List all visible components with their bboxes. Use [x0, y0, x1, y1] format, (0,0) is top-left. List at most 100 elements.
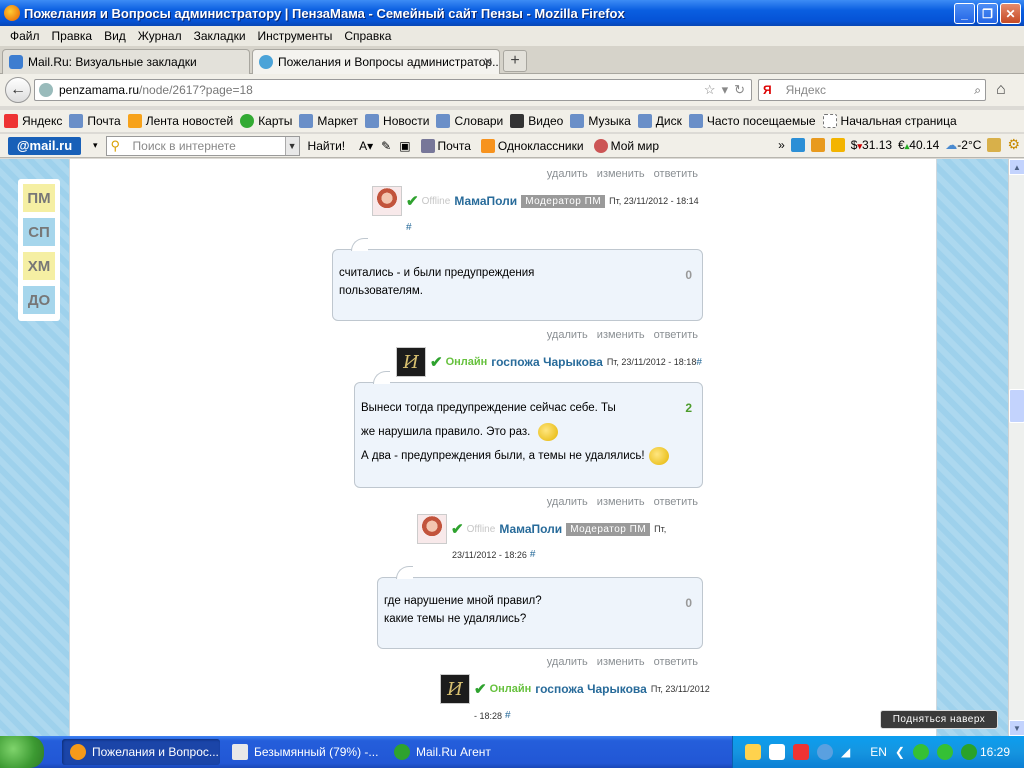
bookmark-dictionaries[interactable]: Словари: [436, 114, 503, 128]
reply-link[interactable]: ответить: [654, 656, 698, 668]
delete-link[interactable]: удалить: [547, 168, 588, 180]
username-link[interactable]: госпожа Чарыкова: [535, 682, 647, 696]
tray-status-icon[interactable]: [936, 744, 953, 760]
reload-icon[interactable]: ↻: [734, 82, 745, 98]
dollar-rate[interactable]: $▾31.13: [851, 138, 892, 152]
tab-close-icon[interactable]: ✕: [483, 55, 493, 69]
highlighter-icon[interactable]: ✎: [381, 139, 391, 153]
bookmark-yandex[interactable]: Яндекс: [4, 114, 62, 128]
clock[interactable]: 16:29: [980, 745, 1010, 759]
section-do[interactable]: ДО: [23, 286, 55, 314]
reply-link[interactable]: ответить: [654, 496, 698, 508]
scroll-to-top-button[interactable]: Подняться наверх: [880, 710, 998, 729]
notes-icon[interactable]: [830, 137, 845, 152]
chevron-left-icon[interactable]: ❮: [895, 745, 905, 759]
menu-view[interactable]: Вид: [98, 29, 132, 43]
music-tray-icon[interactable]: [810, 137, 825, 152]
menu-tools[interactable]: Инструменты: [252, 29, 339, 43]
back-button[interactable]: ←: [5, 77, 31, 103]
avatar[interactable]: И: [440, 674, 470, 704]
tray-app-icon[interactable]: [817, 744, 833, 760]
menu-edit[interactable]: Правка: [46, 29, 99, 43]
odnoklassniki-link[interactable]: Одноклассники: [480, 138, 584, 153]
section-hm[interactable]: ХМ: [23, 252, 55, 280]
menu-help[interactable]: Справка: [338, 29, 397, 43]
tray-status-icon[interactable]: [912, 744, 929, 760]
delete-link[interactable]: удалить: [547, 329, 588, 341]
edit-link[interactable]: изменить: [597, 329, 645, 341]
avatar[interactable]: [372, 186, 402, 216]
username-link[interactable]: МамаПоли: [454, 194, 517, 208]
avatar[interactable]: [417, 514, 447, 544]
comment-permalink[interactable]: #: [696, 357, 702, 368]
bookmark-start-page[interactable]: Начальная страница: [822, 114, 957, 128]
reply-link[interactable]: ответить: [654, 329, 698, 341]
reply-link[interactable]: ответить: [654, 168, 698, 180]
weather[interactable]: ☁-2°C: [945, 138, 981, 152]
info-icon[interactable]: [960, 744, 977, 760]
tray-app-icon[interactable]: [769, 744, 785, 760]
taskbar-paint[interactable]: Безымянный (79%) -...: [224, 739, 382, 765]
maximize-button[interactable]: ❐: [977, 3, 998, 24]
bookmark-mail[interactable]: Почта: [69, 114, 121, 128]
star-icon[interactable]: ☆: [704, 82, 716, 98]
window-titlebar[interactable]: Пожелания и Вопросы администратору | Пен…: [0, 0, 1024, 26]
search-bar[interactable]: Я Яндекс ⌕: [758, 79, 986, 101]
section-pm[interactable]: ПМ: [23, 184, 55, 212]
network-icon[interactable]: ◢: [841, 745, 850, 759]
bookmark-news[interactable]: Новости: [365, 114, 429, 128]
find-button[interactable]: Найти!: [308, 139, 346, 153]
taskbar-firefox[interactable]: Пожелания и Вопрос...: [62, 739, 220, 765]
edit-link[interactable]: изменить: [597, 656, 645, 668]
section-sp[interactable]: СП: [23, 218, 55, 246]
delete-link[interactable]: удалить: [547, 496, 588, 508]
scroll-up-arrow-icon[interactable]: ▲: [1009, 159, 1024, 175]
url-bar[interactable]: penzamama.ru/node/2617?page=18 ☆ ▾ ↻: [34, 79, 752, 101]
scroll-down-arrow-icon[interactable]: ▼: [1009, 720, 1024, 736]
internet-search-input[interactable]: ⚲ Поиск в интернете ▼: [105, 135, 300, 156]
language-indicator[interactable]: EN: [870, 745, 887, 759]
comment-permalink[interactable]: #: [505, 710, 511, 721]
tab-penzamama[interactable]: Пожелания и Вопросы администратор... ✕: [252, 49, 500, 74]
euro-rate[interactable]: €▴40.14: [898, 138, 939, 152]
home-icon[interactable]: ⌂: [996, 81, 1006, 99]
chevron-down-icon[interactable]: ▼: [284, 136, 299, 155]
font-size-icon[interactable]: A▾: [359, 139, 373, 153]
mailru-logo[interactable]: @mail.ru: [8, 136, 81, 155]
tab-mailru-bookmarks[interactable]: Mail.Ru: Визуальные закладки: [2, 49, 250, 74]
start-button[interactable]: [0, 736, 44, 768]
username-link[interactable]: госпожа Чарыкова: [491, 355, 603, 369]
my-world-link[interactable]: Мой мир: [593, 138, 659, 153]
minimize-button[interactable]: _: [954, 3, 975, 24]
games-icon[interactable]: [987, 137, 1002, 152]
bookmark-disk[interactable]: Диск: [637, 114, 682, 128]
bookmark-music[interactable]: Музыка: [570, 114, 631, 128]
close-button[interactable]: ✕: [1000, 3, 1021, 24]
search-icon[interactable]: ⌕: [974, 83, 981, 98]
mailru-menu-dropdown-icon[interactable]: ▾: [93, 140, 98, 151]
gear-icon[interactable]: ⚙: [1007, 136, 1020, 153]
edit-link[interactable]: изменить: [597, 168, 645, 180]
avatar[interactable]: И: [396, 347, 426, 377]
comment-permalink[interactable]: #: [530, 549, 536, 560]
delete-link[interactable]: удалить: [547, 656, 588, 668]
mail-agent-icon[interactable]: [790, 137, 805, 152]
yandex-icon[interactable]: Я: [763, 83, 772, 97]
bookmark-most-visited[interactable]: Часто посещаемые: [688, 114, 816, 128]
scrollbar-thumb[interactable]: [1009, 389, 1024, 423]
edit-link[interactable]: изменить: [597, 496, 645, 508]
menu-history[interactable]: Журнал: [132, 29, 188, 43]
dropdown-icon[interactable]: ▾: [722, 82, 729, 98]
menu-file[interactable]: Файл: [4, 29, 46, 43]
screenshot-icon[interactable]: ▣: [399, 139, 410, 153]
taskbar-mailru-agent[interactable]: Mail.Ru Агент: [386, 739, 544, 765]
new-tab-button[interactable]: +: [503, 50, 527, 72]
bookmark-market[interactable]: Маркет: [299, 114, 358, 128]
tray-app-icon[interactable]: [745, 744, 761, 760]
bookmark-video[interactable]: Видео: [510, 114, 563, 128]
vertical-scrollbar[interactable]: ▲ ▼: [1008, 159, 1024, 736]
bookmark-maps[interactable]: Карты: [240, 114, 292, 128]
tray-app-icon[interactable]: [793, 744, 809, 760]
overflow-chevron-icon[interactable]: »: [778, 138, 785, 152]
mail-link[interactable]: Почта: [420, 138, 471, 153]
